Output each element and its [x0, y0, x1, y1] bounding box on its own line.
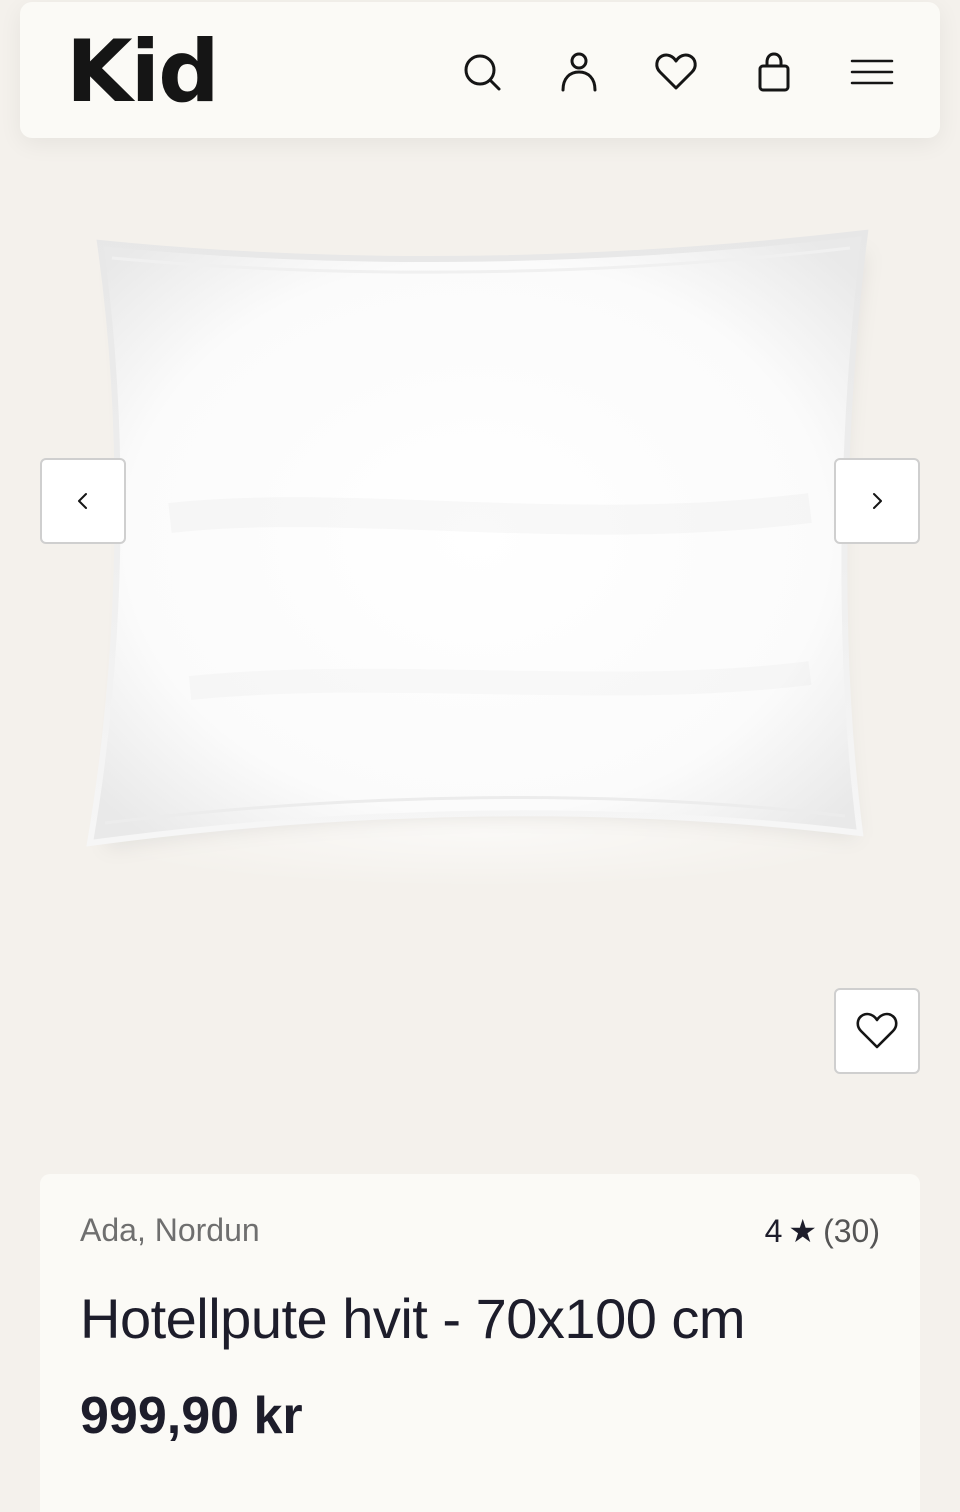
- next-image-button[interactable]: [834, 458, 920, 544]
- cart-button[interactable]: [750, 48, 798, 96]
- search-icon: [464, 54, 501, 91]
- add-to-wishlist-button[interactable]: [834, 988, 920, 1074]
- product-gallery: [0, 138, 960, 1138]
- rating-value: 4: [764, 1213, 783, 1249]
- chevron-left-icon: [78, 493, 87, 509]
- product-page: Kid Ada, Nordun 4 ★ (30) Hotellpute hvit…: [0, 0, 960, 1512]
- product-price: 999,90 kr: [80, 1387, 303, 1445]
- product-brand[interactable]: Ada, Nordun: [80, 1212, 260, 1249]
- bag-icon: [758, 52, 790, 92]
- previous-image-button[interactable]: [40, 458, 126, 544]
- heart-icon: [655, 53, 697, 90]
- product-info-card: Ada, Nordun 4 ★ (30) Hotellpute hvit - 7…: [40, 1174, 920, 1512]
- product-rating[interactable]: 4 ★ (30): [765, 1212, 880, 1250]
- account-button[interactable]: [555, 48, 603, 96]
- chevron-right-icon: [873, 493, 882, 509]
- menu-button[interactable]: [848, 48, 896, 96]
- heart-icon: [856, 1012, 898, 1049]
- search-button[interactable]: [458, 48, 506, 96]
- product-image: [86, 229, 869, 848]
- product-title: Hotellpute hvit - 70x100 cm: [80, 1287, 746, 1350]
- rating-count: (30): [823, 1213, 880, 1249]
- menu-icon: [850, 59, 894, 85]
- wishlist-button[interactable]: [652, 48, 700, 96]
- star-icon: ★: [788, 1213, 818, 1249]
- logo[interactable]: Kid: [66, 24, 220, 120]
- site-header: Kid: [20, 2, 940, 138]
- user-icon: [561, 52, 597, 92]
